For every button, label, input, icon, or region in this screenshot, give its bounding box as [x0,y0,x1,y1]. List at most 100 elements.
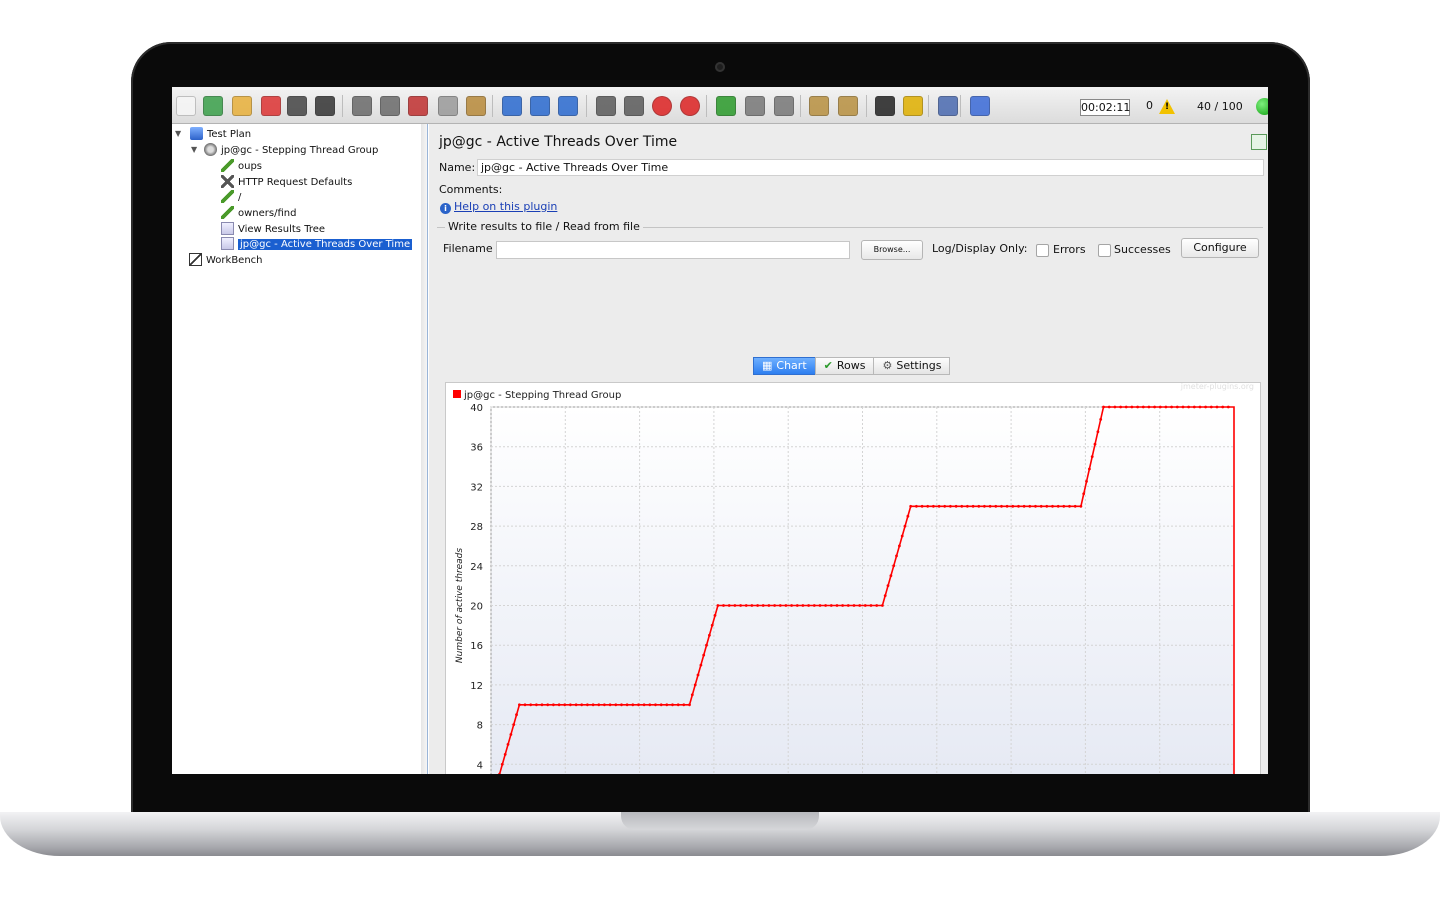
start-no-pauses-icon[interactable] [624,96,644,116]
help-link[interactable]: Help on this plugin [454,200,557,213]
configure-button[interactable]: Configure [1181,238,1259,258]
copy-icon[interactable] [438,96,458,116]
y-tick-label: 24 [470,562,483,573]
clear-icon[interactable] [809,96,829,116]
data-point [614,703,618,707]
name-input[interactable]: jp@gc - Active Threads Over Time [477,159,1264,176]
tree-node-root-request[interactable]: / [221,190,241,205]
data-point [733,604,737,607]
data-point [977,504,981,508]
expand-arrow-icon[interactable]: ▼ [175,129,181,138]
data-point [682,703,686,707]
remote-stop-icon[interactable] [745,96,765,116]
save-as-icon[interactable] [315,96,335,116]
tree-node-workbench[interactable]: WorkBench [189,253,263,268]
successes-label: Successes [1114,243,1171,256]
data-point [1082,492,1086,496]
collapse-icon[interactable] [530,96,550,116]
data-point [506,743,510,746]
open-icon[interactable] [232,96,252,116]
tab-chart[interactable]: ▦ Chart [753,357,816,375]
view-tabs: ▦ Chart ✔ Rows ⚙ Settings [753,357,951,375]
tree-node-thread-group[interactable]: jp@gc - Stepping Thread Group [204,143,378,158]
data-point [1107,405,1111,409]
data-point [509,733,513,736]
data-point [1022,504,1026,508]
expand-icon[interactable] [502,96,522,116]
tree-node-test-plan[interactable]: Test Plan [190,127,251,142]
data-point [1119,405,1122,409]
data-point [1221,405,1225,409]
data-point [767,604,771,607]
function-helper-icon[interactable] [938,96,958,116]
tree-node-view-results-tree[interactable]: View Results Tree [221,222,325,237]
errors-checkbox[interactable] [1036,244,1049,257]
browse-button[interactable]: Browse... [861,240,923,260]
data-point [1215,405,1219,409]
comments-label: Comments: [439,183,503,196]
cut-icon[interactable] [408,96,428,116]
data-point [926,504,930,508]
stop-icon[interactable] [652,96,672,116]
gear-icon: ⚙ [882,359,893,372]
data-point [1062,504,1066,508]
data-point [909,504,913,508]
data-point [966,504,969,508]
successes-checkbox[interactable] [1098,244,1111,257]
listener-icon [221,222,234,235]
chart-icon: ▦ [762,359,773,372]
y-tick-label: 40 [470,403,483,414]
data-point [1079,504,1083,508]
tree-node-http-defaults[interactable]: HTTP Request Defaults [221,175,352,190]
data-point [512,723,516,726]
panel-splitter[interactable] [421,124,428,774]
tab-rows[interactable]: ✔ Rows [814,357,875,375]
listener-icon [221,237,234,250]
paste-icon[interactable] [466,96,486,116]
name-label: Name: [439,161,476,174]
data-point [1051,504,1054,508]
remote-shutdown-icon[interactable] [774,96,794,116]
shutdown-icon[interactable] [680,96,700,116]
maximize-icon[interactable] [1251,134,1267,150]
data-point [801,604,805,607]
tab-settings[interactable]: ⚙ Settings [873,357,951,375]
data-point [676,703,680,707]
templates-icon[interactable] [203,96,223,116]
data-point [625,703,629,707]
help-icon[interactable] [970,96,990,116]
save-icon[interactable] [287,96,307,116]
remote-start-icon[interactable] [716,96,736,116]
data-point [563,703,567,707]
tree-node-active-threads[interactable]: jp@gc - Active Threads Over Time [221,237,413,252]
clear-all-icon[interactable] [838,96,858,116]
filename-input[interactable] [496,241,850,259]
close-icon[interactable] [261,96,281,116]
data-point [518,703,521,707]
data-point [1039,504,1043,508]
toggle-icon[interactable] [558,96,578,116]
data-point [665,703,669,707]
expand-arrow-icon[interactable]: ▼ [191,145,197,154]
panel-title: jp@gc - Active Threads Over Time [439,134,678,150]
new-icon[interactable] [176,96,196,116]
y-tick-label: 20 [470,602,483,613]
reset-search-icon[interactable] [903,96,923,116]
undo-icon[interactable] [352,96,372,116]
data-point [688,703,691,707]
data-point [1045,504,1049,508]
test-plan-tree: ▼ Test Plan ▼ jp@gc - Stepping Thread Gr… [172,124,422,774]
data-point [1102,405,1105,409]
search-icon[interactable] [875,96,895,116]
data-point [1136,405,1139,409]
data-point [906,514,910,518]
data-point [1164,405,1168,409]
start-icon[interactable] [596,96,616,116]
tree-node-oups[interactable]: oups [221,159,262,174]
chart-area: 048121620242832364000:00:0000:00:1300:00… [445,382,1261,774]
data-point [954,504,958,508]
legend-label: jp@gc - Stepping Thread Group [463,390,621,401]
tree-node-owners-find[interactable]: owners/find [221,206,296,221]
warning-mark: ! [1165,102,1170,112]
redo-icon[interactable] [380,96,400,116]
